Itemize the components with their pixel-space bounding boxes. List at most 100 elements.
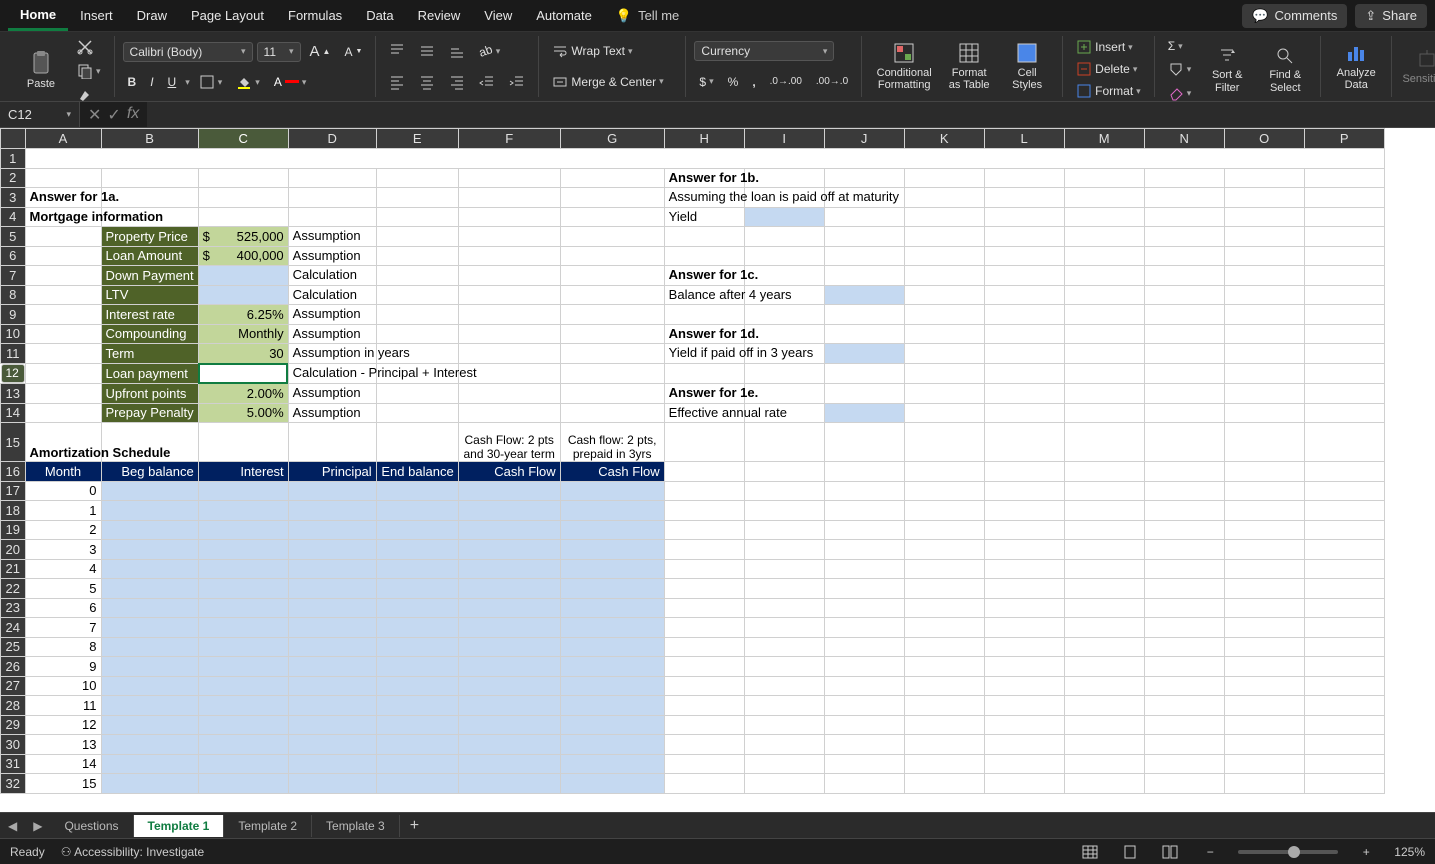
row-30[interactable]: 30 bbox=[1, 735, 26, 755]
view-page-layout-button[interactable] bbox=[1118, 842, 1142, 862]
col-D[interactable]: D bbox=[288, 129, 376, 149]
cell-E23[interactable] bbox=[376, 598, 458, 618]
cell-F15[interactable]: Cash Flow: 2 pts and 30-year term bbox=[458, 423, 560, 462]
cell-E25[interactable] bbox=[376, 637, 458, 657]
comments-button[interactable]: 💬 Comments bbox=[1242, 4, 1347, 28]
cell-A17[interactable]: 0 bbox=[25, 481, 101, 501]
cell-D6[interactable]: Assumption bbox=[288, 246, 376, 266]
col-G[interactable]: G bbox=[560, 129, 664, 149]
row-31[interactable]: 31 bbox=[1, 754, 26, 774]
enter-icon[interactable]: ✓ bbox=[107, 105, 120, 125]
row-19[interactable]: 19 bbox=[1, 520, 26, 540]
cell-E30[interactable] bbox=[376, 735, 458, 755]
cell-A24[interactable]: 7 bbox=[25, 618, 101, 638]
row-14[interactable]: 14 bbox=[1, 403, 26, 423]
cell-D17[interactable] bbox=[288, 481, 376, 501]
cell-G25[interactable] bbox=[560, 637, 664, 657]
cell-D32[interactable] bbox=[288, 774, 376, 794]
cell-B28[interactable] bbox=[101, 696, 198, 716]
tab-home[interactable]: Home bbox=[8, 1, 68, 31]
cell-F32[interactable] bbox=[458, 774, 560, 794]
cell-B19[interactable] bbox=[101, 520, 198, 540]
cell-C6[interactable]: $400,000 bbox=[198, 246, 288, 266]
cell-A18[interactable]: 1 bbox=[25, 501, 101, 521]
col-F[interactable]: F bbox=[458, 129, 560, 149]
cell-C20[interactable] bbox=[198, 540, 288, 560]
cell-E31[interactable] bbox=[376, 754, 458, 774]
format-table-button[interactable]: Format as Table bbox=[942, 37, 996, 97]
cell-A26[interactable]: 9 bbox=[25, 657, 101, 677]
cell-C30[interactable] bbox=[198, 735, 288, 755]
bold-button[interactable]: B bbox=[123, 72, 142, 92]
borders-button[interactable]: ▾ bbox=[194, 71, 228, 93]
cell-E16[interactable]: End balance bbox=[376, 462, 458, 482]
row-21[interactable]: 21 bbox=[1, 559, 26, 579]
cell-D8[interactable]: Calculation bbox=[288, 285, 376, 305]
cell-F29[interactable] bbox=[458, 715, 560, 735]
autosum-button[interactable]: Σ▾ bbox=[1163, 36, 1197, 56]
cell-D20[interactable] bbox=[288, 540, 376, 560]
italic-button[interactable]: I bbox=[145, 72, 158, 92]
cell-G20[interactable] bbox=[560, 540, 664, 560]
row-5[interactable]: 5 bbox=[1, 227, 26, 247]
cell-A4[interactable]: Mortgage information bbox=[25, 207, 101, 227]
cell-D23[interactable] bbox=[288, 598, 376, 618]
sort-filter-button[interactable]: Sort & Filter bbox=[1200, 40, 1254, 100]
cell-D16[interactable]: Principal bbox=[288, 462, 376, 482]
cell-B7[interactable]: Down Payment bbox=[101, 266, 198, 286]
merge-center-button[interactable]: Merge & Center▾ bbox=[547, 71, 677, 93]
grow-font-button[interactable]: A▲ bbox=[305, 40, 336, 63]
row-2[interactable]: 2 bbox=[1, 168, 26, 188]
cell-A27[interactable]: 10 bbox=[25, 676, 101, 696]
cell-D21[interactable] bbox=[288, 559, 376, 579]
increase-decimal-button[interactable]: .0→.00 bbox=[765, 73, 807, 90]
cell-E27[interactable] bbox=[376, 676, 458, 696]
cell-G21[interactable] bbox=[560, 559, 664, 579]
accounting-button[interactable]: $▾ bbox=[694, 72, 718, 92]
cell-F17[interactable] bbox=[458, 481, 560, 501]
row-13[interactable]: 13 bbox=[1, 384, 26, 404]
cell-D29[interactable] bbox=[288, 715, 376, 735]
cell-F28[interactable] bbox=[458, 696, 560, 716]
cell-F31[interactable] bbox=[458, 754, 560, 774]
cell-B23[interactable] bbox=[101, 598, 198, 618]
cell-C5[interactable]: $525,000 bbox=[198, 227, 288, 247]
cell-D31[interactable] bbox=[288, 754, 376, 774]
cell-G15[interactable]: Cash flow: 2 pts, prepaid in 3yrs bbox=[560, 423, 664, 462]
select-all-corner[interactable] bbox=[1, 129, 26, 149]
cell-C24[interactable] bbox=[198, 618, 288, 638]
cell-D18[interactable] bbox=[288, 501, 376, 521]
font-color-button[interactable]: A▾ bbox=[269, 72, 312, 92]
cell-B27[interactable] bbox=[101, 676, 198, 696]
cell-D30[interactable] bbox=[288, 735, 376, 755]
cell-B31[interactable] bbox=[101, 754, 198, 774]
zoom-out-button[interactable]: − bbox=[1198, 842, 1222, 862]
cell-F23[interactable] bbox=[458, 598, 560, 618]
add-sheet-button[interactable]: + bbox=[400, 817, 429, 835]
cell-B6[interactable]: Loan Amount bbox=[101, 246, 198, 266]
decrease-indent-button[interactable] bbox=[474, 71, 500, 93]
align-left-button[interactable] bbox=[384, 71, 410, 93]
analyze-data-button[interactable]: Analyze Data bbox=[1329, 37, 1383, 97]
row-29[interactable]: 29 bbox=[1, 715, 26, 735]
sensitivity-button[interactable]: Sensitivity bbox=[1400, 37, 1435, 97]
wrap-text-button[interactable]: Wrap Text▾ bbox=[547, 40, 657, 62]
align-right-button[interactable] bbox=[444, 71, 470, 93]
cell-C9[interactable]: 6.25% bbox=[198, 305, 288, 325]
row-7[interactable]: 7 bbox=[1, 266, 26, 286]
row-23[interactable]: 23 bbox=[1, 598, 26, 618]
cell-B8[interactable]: LTV bbox=[101, 285, 198, 305]
align-middle-button[interactable] bbox=[414, 40, 440, 62]
cell-A32[interactable]: 15 bbox=[25, 774, 101, 794]
cell-B30[interactable] bbox=[101, 735, 198, 755]
cell-G17[interactable] bbox=[560, 481, 664, 501]
formula-input[interactable] bbox=[147, 102, 1435, 127]
tab-insert[interactable]: Insert bbox=[68, 2, 125, 29]
share-button[interactable]: ⇪ Share bbox=[1355, 4, 1427, 28]
find-select-button[interactable]: Find & Select bbox=[1258, 40, 1312, 100]
row-32[interactable]: 32 bbox=[1, 774, 26, 794]
col-L[interactable]: L bbox=[984, 129, 1064, 149]
cell-G28[interactable] bbox=[560, 696, 664, 716]
tab-formulas[interactable]: Formulas bbox=[276, 2, 354, 29]
cell-D5[interactable]: Assumption bbox=[288, 227, 376, 247]
